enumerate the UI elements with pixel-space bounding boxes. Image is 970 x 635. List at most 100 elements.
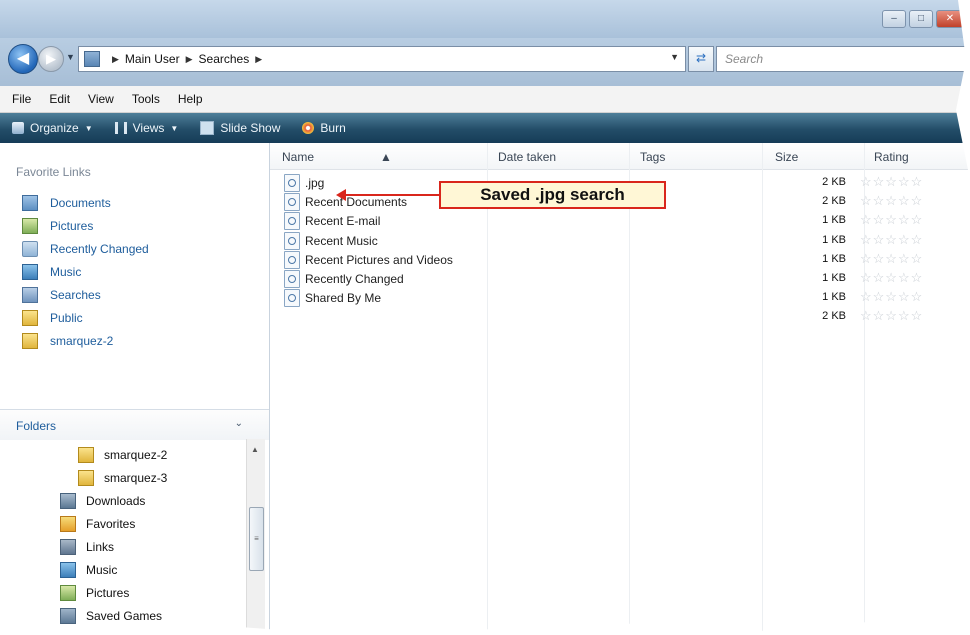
- maximize-button[interactable]: □: [909, 10, 933, 28]
- search-input[interactable]: Search: [716, 46, 970, 72]
- search-placeholder: Search: [725, 52, 764, 66]
- favorite-link-label: Recently Changed: [50, 241, 149, 256]
- tree-item-smarquez-3[interactable]: smarquez-3: [60, 466, 167, 489]
- refresh-button[interactable]: ⇄: [688, 46, 714, 72]
- favorite-link-public[interactable]: Public: [22, 306, 149, 329]
- favorite-link-searches[interactable]: Searches: [22, 283, 149, 306]
- tree-item-downloads[interactable]: Downloads: [60, 489, 167, 512]
- organize-icon: [12, 122, 24, 134]
- rating-stars[interactable]: ☆☆☆☆☆: [860, 232, 923, 248]
- organize-button[interactable]: Organize ▼: [12, 121, 93, 135]
- column-date-taken[interactable]: Date taken: [498, 150, 556, 164]
- menu-file[interactable]: File: [12, 92, 31, 106]
- burn-button[interactable]: Burn: [302, 121, 346, 135]
- favorite-link-label: Public: [50, 310, 83, 325]
- menu-edit[interactable]: Edit: [49, 92, 70, 106]
- folder-icon: [22, 309, 38, 326]
- tree-item-label: Downloads: [86, 493, 146, 508]
- saved-search-icon: [284, 289, 300, 308]
- folder-icon: [22, 332, 38, 349]
- favorite-link-documents[interactable]: Documents: [22, 191, 149, 214]
- folder-tree-scrollbar[interactable]: ▲ ≡: [246, 439, 265, 635]
- recently-changed-icon: [22, 240, 38, 257]
- downloads-icon: [60, 492, 76, 509]
- recent-pages-dropdown[interactable]: ▼: [66, 52, 75, 62]
- chevron-down-icon[interactable]: ⌄: [235, 418, 243, 429]
- callout-label: Saved .jpg search: [439, 181, 666, 209]
- saved-search-icon: [284, 174, 300, 192]
- saved-search-icon: [284, 231, 300, 250]
- menu-view[interactable]: View: [88, 92, 114, 106]
- breadcrumb-searches[interactable]: Searches: [199, 52, 250, 66]
- breadcrumb-separator[interactable]: ▶: [255, 54, 262, 65]
- rating-stars[interactable]: ☆☆☆☆☆: [860, 289, 923, 305]
- favorite-links-heading: Favorite Links: [16, 165, 91, 179]
- menu-help[interactable]: Help: [178, 92, 203, 106]
- documents-icon: [22, 194, 38, 211]
- address-dropdown-icon[interactable]: ▼: [670, 52, 679, 62]
- column-name[interactable]: Name: [282, 150, 314, 164]
- column-size[interactable]: Size: [775, 150, 798, 164]
- file-size: 2 KB: [822, 176, 846, 188]
- favorite-link-label: Documents: [50, 195, 111, 210]
- rating-stars[interactable]: ☆☆☆☆☆: [860, 251, 923, 267]
- tree-item-pictures[interactable]: Pictures: [60, 581, 167, 604]
- rating-stars[interactable]: ☆☆☆☆☆: [860, 212, 923, 228]
- breadcrumb-main-user[interactable]: Main User: [125, 52, 180, 66]
- file-size: 1 KB: [822, 214, 846, 227]
- file-name: Recently Changed: [305, 272, 404, 286]
- saved-search-icon: [284, 212, 300, 231]
- favorite-link-pictures[interactable]: Pictures: [22, 214, 149, 237]
- rating-stars[interactable]: ☆☆☆☆☆: [860, 193, 923, 209]
- file-size: 1 KB: [822, 291, 846, 304]
- refresh-icon: ⇄: [695, 51, 707, 65]
- scroll-up-icon[interactable]: ▲: [251, 445, 259, 454]
- music-icon: [60, 561, 76, 578]
- torn-edge-right: [950, 0, 970, 635]
- searches-icon: [22, 286, 38, 303]
- menu-tools[interactable]: Tools: [132, 92, 160, 106]
- links-icon: [60, 538, 76, 555]
- breadcrumb-separator[interactable]: ▶: [112, 54, 119, 65]
- folders-heading: Folders: [16, 419, 57, 433]
- favorite-link-recently-changed[interactable]: Recently Changed: [22, 237, 149, 260]
- favorite-link-music[interactable]: Music: [22, 260, 149, 283]
- slideshow-button[interactable]: Slide Show: [200, 121, 280, 135]
- tree-item-links[interactable]: Links: [60, 535, 167, 558]
- address-bar[interactable]: ▶ Main User ▶ Searches ▶ ▼: [78, 46, 686, 72]
- tree-item-music[interactable]: Music: [60, 558, 167, 581]
- file-name: Recent Music: [305, 233, 378, 248]
- rating-stars[interactable]: ☆☆☆☆☆: [860, 270, 923, 286]
- rating-stars[interactable]: ☆☆☆☆☆: [860, 174, 923, 190]
- title-bar: – □ ✕: [0, 0, 970, 38]
- favorite-link-label: Music: [50, 264, 82, 279]
- rating-stars[interactable]: ☆☆☆☆☆: [860, 308, 923, 324]
- slideshow-icon: [200, 121, 215, 135]
- burn-label: Burn: [320, 121, 346, 135]
- views-button[interactable]: Views ▼: [114, 121, 178, 135]
- explorer-window: – □ ✕ ◀ ▶ ▼ ▶ Main User ▶ Searches ▶ ▼ ⇄…: [0, 0, 970, 635]
- tree-item-label: Favorites: [86, 516, 136, 531]
- column-tags[interactable]: Tags: [640, 150, 665, 164]
- back-arrow-icon: ◀: [16, 50, 30, 67]
- minimize-button[interactable]: –: [882, 10, 906, 28]
- music-icon: [22, 263, 38, 280]
- column-rating[interactable]: Rating: [874, 150, 909, 164]
- file-size: 2 KB: [822, 310, 846, 323]
- pictures-icon: [60, 584, 76, 601]
- tree-item-smarquez-2[interactable]: smarquez-2: [60, 443, 167, 466]
- location-icon: [84, 51, 100, 67]
- tree-item-label: Pictures: [86, 585, 130, 600]
- breadcrumb-separator[interactable]: ▶: [186, 54, 193, 65]
- scrollbar-thumb[interactable]: ≡: [249, 507, 264, 571]
- favorite-links-list: Documents Pictures Recently Changed Musi…: [22, 191, 149, 352]
- tree-item-favorites[interactable]: Favorites: [60, 512, 167, 535]
- favorite-link-smarquez-2[interactable]: smarquez-2: [22, 329, 149, 352]
- saved-search-icon: [284, 250, 300, 269]
- navigation-pane: Favorite Links Documents Pictures Recent…: [0, 143, 270, 635]
- folders-header[interactable]: Folders ⌄: [0, 409, 269, 440]
- back-button[interactable]: ◀: [8, 44, 38, 74]
- tree-item-label: smarquez-2: [104, 447, 168, 462]
- views-icon: [114, 122, 127, 134]
- forward-button[interactable]: ▶: [38, 46, 64, 72]
